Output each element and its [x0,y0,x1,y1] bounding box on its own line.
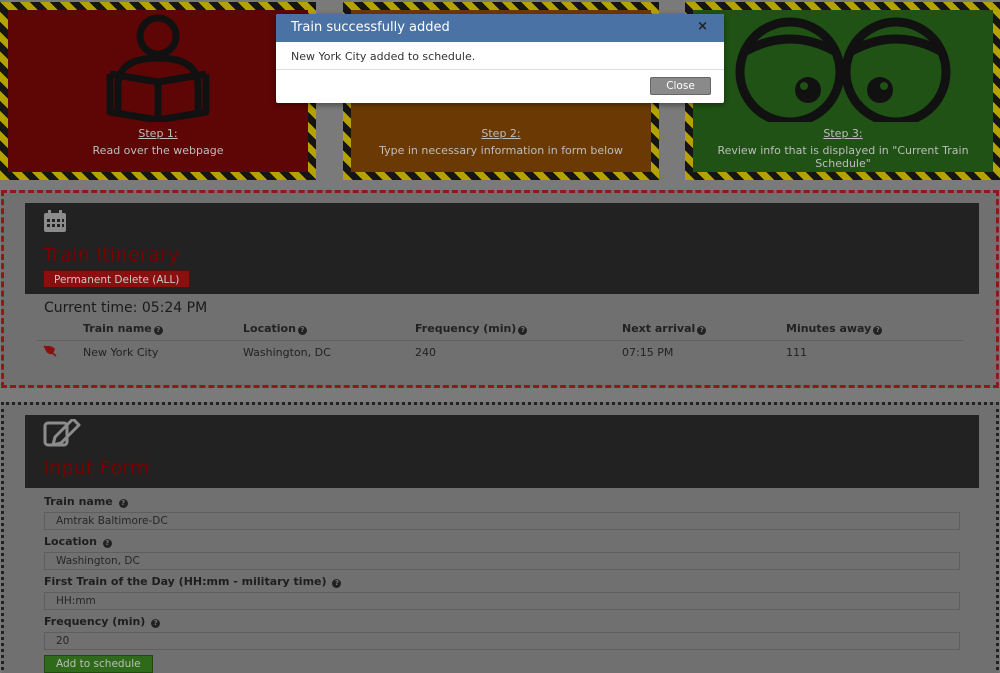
step-card-3: Step 3: Review info that is displayed in… [685,2,1000,180]
col-label: Frequency (min) [415,322,517,336]
calendar-icon [43,209,67,237]
col-label: Next arrival [622,322,696,336]
step-1-label[interactable]: Step 1: [8,127,308,140]
step-2-text: Type in necessary information in form be… [379,144,623,157]
col-label: Minutes away [786,322,872,336]
help-icon: ? [151,619,161,628]
permanent-delete-button[interactable]: Permanent Delete (ALL) [43,270,191,288]
eyes-icon [693,14,993,122]
delete-cell [37,340,77,364]
step-3-label[interactable]: Step 3: [693,127,993,140]
label-text: First Train of the Day (HH:mm - military… [44,575,327,588]
reading-person-icon [8,14,308,122]
frequency-label: Frequency (min) ? [44,615,161,628]
help-icon: ? [118,499,128,508]
location-input[interactable]: Washington, DC [44,552,960,570]
col-train-name: Train name? [77,318,237,341]
label-text: Frequency (min) [44,615,146,628]
help-icon: ? [153,326,163,336]
table-row: New York City Washington, DC 240 07:15 P… [37,340,963,364]
train-name-input[interactable]: Amtrak Baltimore-DC [44,512,960,530]
col-minutes-away: Minutes away? [780,318,963,341]
schedule-table: Train name? Location? Frequency (min)? N… [37,318,963,364]
location-label: Location ? [44,535,112,548]
close-button[interactable]: Close [650,77,711,95]
help-icon: ? [518,326,528,336]
train-itinerary-panel: Train Itinerary Permanent Delete (ALL) C… [1,190,999,388]
itinerary-header: Train Itinerary Permanent Delete (ALL) [25,203,979,294]
col-label: Location [243,322,296,336]
input-form-panel: Input Form Train name ? Amtrak Baltimore… [1,402,999,673]
cell-next-arrival: 07:15 PM [622,345,674,359]
step-2-label[interactable]: Step 2: [351,127,651,140]
help-icon: ? [332,579,342,588]
modal-header: Train successfully added × [276,14,724,42]
edit-icon [43,417,95,451]
modal-body: New York City added to schedule. [276,42,724,70]
col-next-arrival: Next arrival? [616,318,780,341]
step-card-1: Step 1: Read over the webpage [0,2,316,180]
delete-train-icon[interactable] [43,344,57,360]
label-text: Train name [44,495,113,508]
help-icon: ? [102,539,112,548]
frequency-input[interactable]: 20 [44,632,960,650]
success-modal: Train successfully added × New York City… [276,14,724,103]
cell-minutes-away: 111 [786,345,807,359]
modal-title: Train successfully added [291,20,450,35]
col-location: Location? [237,318,409,341]
step-1-text: Read over the webpage [92,144,224,157]
step-3-text: Review info that is displayed in "Curren… [717,144,969,170]
cell-location: Washington, DC [243,345,331,359]
help-icon: ? [697,326,707,336]
close-icon[interactable]: × [697,19,708,34]
itinerary-title: Train Itinerary [43,244,180,266]
first-train-input[interactable]: HH:mm [44,592,960,610]
label-text: Location [44,535,97,548]
train-name-label: Train name ? [44,495,128,508]
input-form-title: Input Form [43,457,150,479]
header-spacer [37,318,77,341]
col-frequency: Frequency (min)? [409,318,616,341]
help-icon: ? [873,326,883,336]
col-label: Train name [83,322,152,336]
first-train-label: First Train of the Day (HH:mm - military… [44,575,342,588]
cell-train-name: New York City [83,345,159,359]
help-icon: ? [297,326,307,336]
current-time: Current time: 05:24 PM [44,300,208,316]
cell-frequency: 240 [415,345,436,359]
input-form-header: Input Form [25,415,979,488]
table-header-row: Train name? Location? Frequency (min)? N… [37,318,963,341]
modal-message: New York City added to schedule. [291,50,476,63]
add-to-schedule-button[interactable]: Add to schedule [44,655,153,673]
